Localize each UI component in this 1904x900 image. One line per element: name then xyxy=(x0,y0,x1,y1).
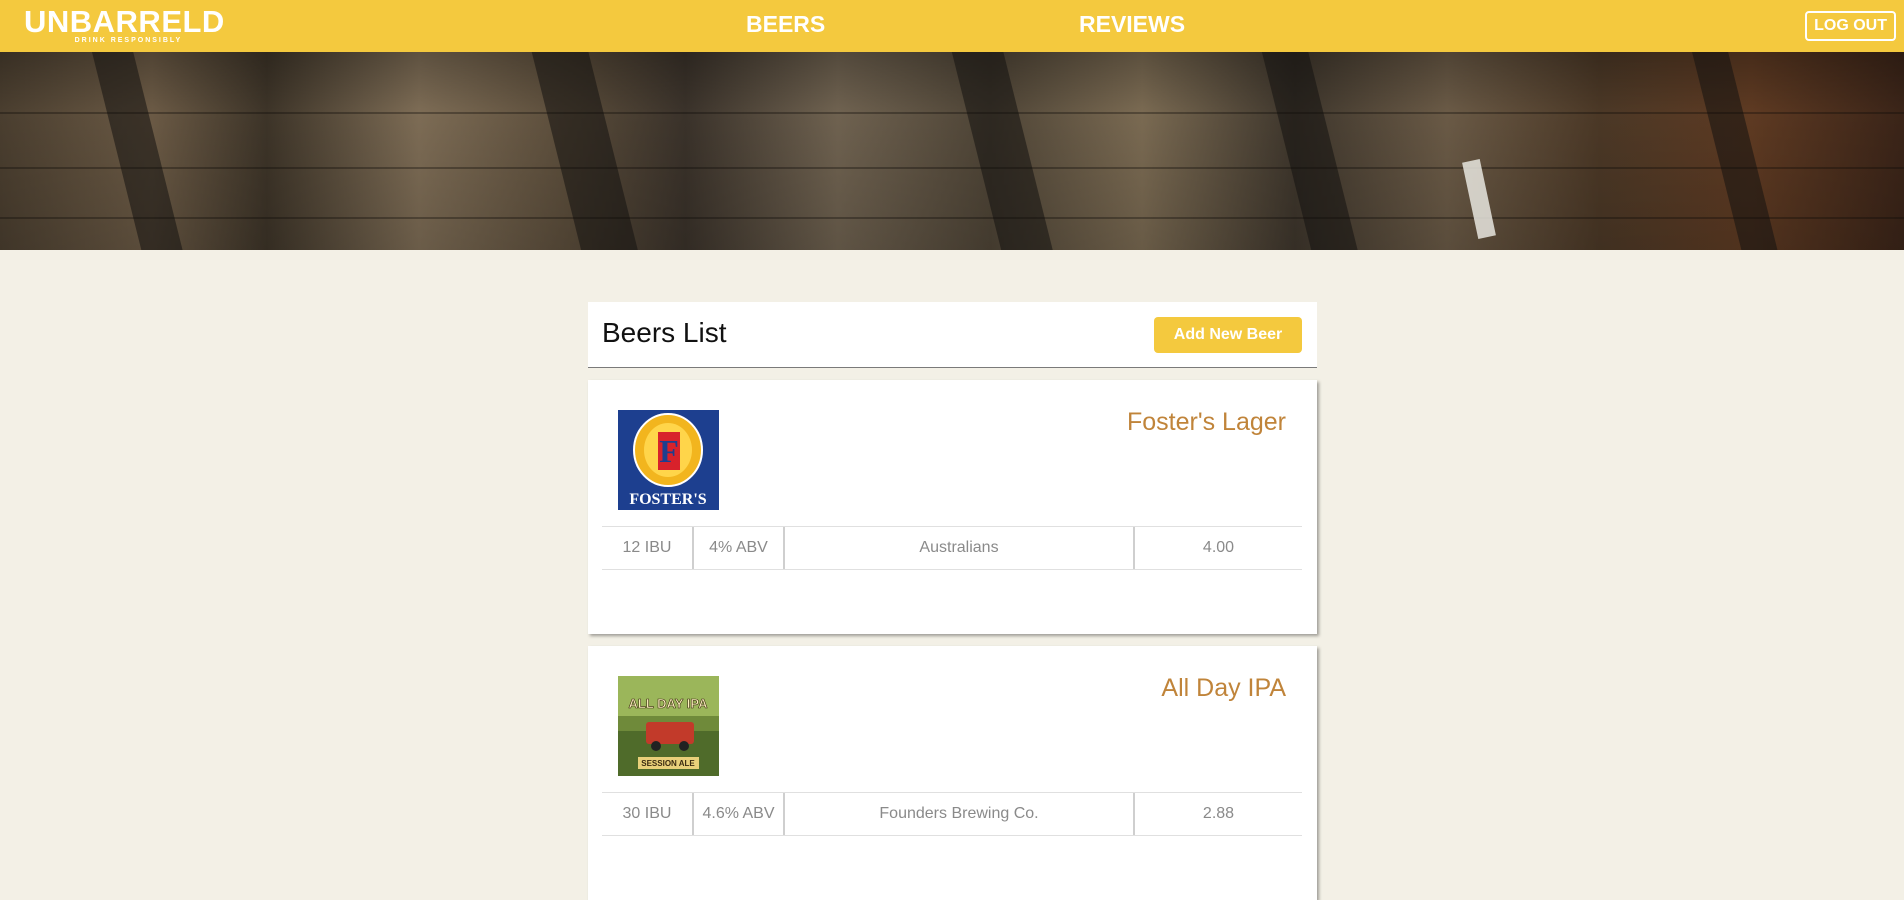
beer-image-title: ALL DAY IPA xyxy=(629,696,709,711)
hero-barrel-banner xyxy=(0,52,1904,250)
beer-brewery: Founders Brewing Co. xyxy=(785,793,1135,835)
beer-rating: 4.00 xyxy=(1202,539,1235,556)
logo-title: UNBARRELD xyxy=(24,4,225,39)
beer-card[interactable]: F FOSTER'S Foster's Lager 12 IBU 4% ABV … xyxy=(588,380,1317,634)
beer-card[interactable]: ALL DAY IPA SESSION ALE All Day IPA 30 I… xyxy=(588,646,1317,900)
beer-ibu: 30 IBU xyxy=(602,793,694,835)
page-title: Beers List xyxy=(602,317,727,348)
beers-list-header: Beers List Add New Beer xyxy=(588,302,1317,368)
beer-rating: 2.88 xyxy=(1202,805,1235,822)
beer-image-subtitle: SESSION ALE xyxy=(641,759,695,768)
beer-image-letter: F xyxy=(659,433,679,469)
top-navbar: UNBARRELD DRINK RESPONSIBLY BEERS REVIEW… xyxy=(0,0,1904,52)
beer-image: F FOSTER'S xyxy=(618,410,719,510)
nav-reviews-link[interactable]: REVIEWS xyxy=(1079,11,1185,38)
beer-abv: 4.6% ABV xyxy=(694,793,785,835)
beer-stats-row: 12 IBU 4% ABV Australians 4.00 xyxy=(602,526,1302,570)
beer-brewery: Australians xyxy=(785,527,1135,569)
add-new-beer-button[interactable]: Add New Beer xyxy=(1154,317,1302,353)
brand-logo[interactable]: UNBARRELD DRINK RESPONSIBLY xyxy=(24,4,225,44)
logout-button[interactable]: LOG OUT xyxy=(1805,11,1896,41)
beer-image: ALL DAY IPA SESSION ALE xyxy=(618,676,719,776)
beer-abv: 4% ABV xyxy=(694,527,785,569)
beer-ibu: 12 IBU xyxy=(602,527,694,569)
beer-image-label: FOSTER'S xyxy=(629,491,706,508)
beer-stats-row: 30 IBU 4.6% ABV Founders Brewing Co. 2.8… xyxy=(602,792,1302,836)
beer-name[interactable]: All Day IPA xyxy=(1161,674,1286,703)
nav-beers-link[interactable]: BEERS xyxy=(746,11,825,38)
beer-name[interactable]: Foster's Lager xyxy=(1127,408,1286,437)
